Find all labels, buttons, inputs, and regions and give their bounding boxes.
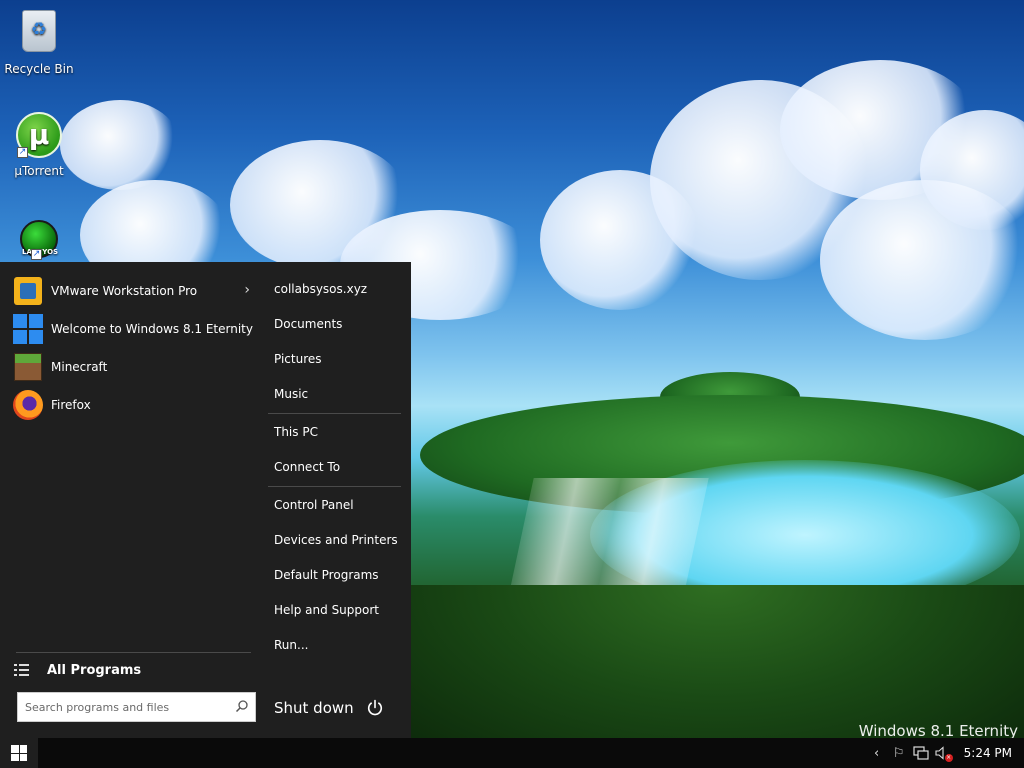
wallpaper-forest	[410, 585, 1024, 738]
place-user-folder[interactable]: collabsysos.xyz	[274, 279, 367, 299]
start-menu-places-pane: collabsysos.xyz Documents Pictures Music…	[260, 262, 411, 738]
wallpaper-cloud	[60, 100, 180, 190]
place-connect-to[interactable]: Connect To	[274, 457, 340, 477]
list-icon	[14, 663, 29, 677]
network-icon[interactable]	[910, 738, 932, 768]
program-label: Minecraft	[51, 360, 108, 374]
desktop-icon-utorrent[interactable]: µ ↗ µTorrent	[1, 112, 77, 178]
place-music[interactable]: Music	[274, 384, 308, 404]
place-pictures[interactable]: Pictures	[274, 349, 322, 369]
shutdown-label: Shut down	[274, 699, 354, 717]
start-button[interactable]	[0, 738, 38, 768]
desktop-icon-label: µTorrent	[14, 164, 64, 178]
divider	[16, 652, 251, 653]
all-programs-button[interactable]: All Programs	[14, 658, 141, 682]
program-label: Firefox	[51, 398, 91, 412]
chevron-left-icon[interactable]: ‹	[866, 738, 888, 768]
taskbar: ‹ ⚐ × 5:24 PM	[0, 738, 1024, 768]
flag-icon[interactable]: ⚐	[888, 738, 910, 768]
program-label: Welcome to Windows 8.1 Eternity	[51, 322, 253, 336]
submenu-arrow-icon[interactable]: ›	[244, 282, 250, 298]
mute-badge-icon: ×	[944, 754, 953, 762]
desktop-icon-labsyos[interactable]: LABSYOS ↗	[1, 220, 77, 264]
vmware-icon	[14, 277, 42, 305]
all-programs-label: All Programs	[47, 662, 142, 678]
volume-muted-icon[interactable]: ×	[932, 738, 954, 768]
windows-icon	[13, 314, 43, 344]
minecraft-icon	[14, 353, 42, 381]
divider	[268, 486, 401, 487]
start-menu: VMware Workstation Pro › Welcome to Wind…	[0, 262, 411, 738]
program-welcome-windows[interactable]: Welcome to Windows 8.1 Eternity	[0, 310, 260, 348]
program-vmware-workstation[interactable]: VMware Workstation Pro ›	[0, 272, 260, 310]
place-run[interactable]: Run...	[274, 635, 308, 655]
desktop-icon-label: Recycle Bin	[4, 62, 74, 76]
system-tray: ‹ ⚐ × 5:24 PM	[866, 738, 1024, 768]
place-control-panel[interactable]: Control Panel	[274, 495, 354, 515]
recycle-bin-icon	[22, 10, 56, 52]
search-input[interactable]	[25, 700, 235, 714]
start-menu-programs-pane: VMware Workstation Pro › Welcome to Wind…	[0, 262, 260, 738]
shutdown-button[interactable]: Shut down	[274, 696, 384, 720]
search-box[interactable]	[17, 692, 256, 722]
place-this-pc[interactable]: This PC	[274, 422, 318, 442]
taskbar-clock[interactable]: 5:24 PM	[964, 746, 1012, 760]
desktop-icon-recycle-bin[interactable]: Recycle Bin	[1, 6, 77, 76]
place-documents[interactable]: Documents	[274, 314, 342, 334]
place-help-support[interactable]: Help and Support	[274, 600, 379, 620]
os-watermark: Windows 8.1 Eternity	[858, 722, 1018, 738]
program-firefox[interactable]: Firefox	[0, 386, 260, 424]
windows-start-icon	[11, 745, 27, 761]
shortcut-arrow-icon: ↗	[31, 249, 42, 260]
search-icon[interactable]	[235, 699, 249, 713]
place-default-programs[interactable]: Default Programs	[274, 565, 379, 585]
shortcut-arrow-icon: ↗	[17, 147, 28, 158]
divider	[268, 413, 401, 414]
power-icon	[367, 699, 382, 716]
program-minecraft[interactable]: Minecraft	[0, 348, 260, 386]
firefox-icon	[13, 390, 43, 420]
place-devices-printers[interactable]: Devices and Printers	[274, 530, 398, 550]
program-label: VMware Workstation Pro	[51, 284, 198, 298]
wallpaper-waterfall	[510, 478, 709, 588]
